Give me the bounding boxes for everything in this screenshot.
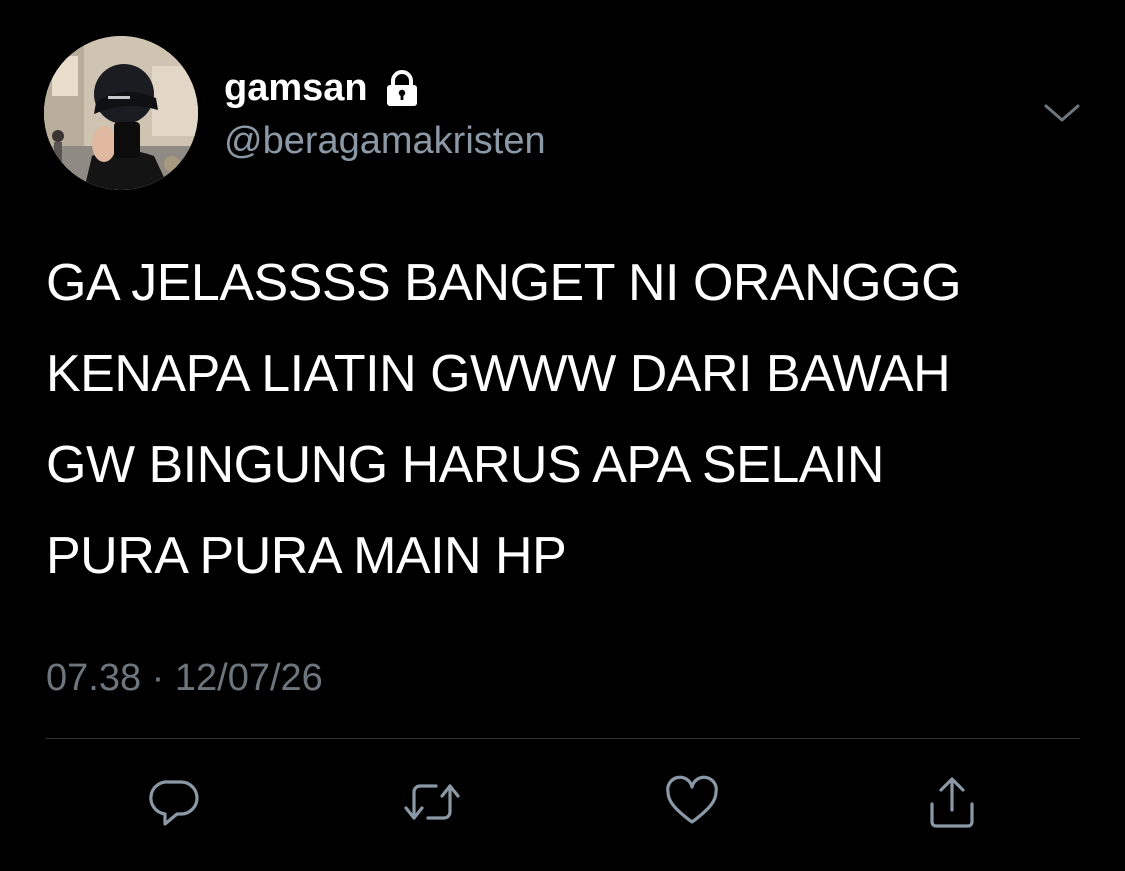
reply-icon — [149, 780, 199, 826]
like-button[interactable] — [660, 770, 724, 834]
retweet-button[interactable] — [400, 770, 464, 834]
user-handle[interactable]: @beragamakristen — [224, 116, 546, 166]
divider — [46, 738, 1080, 739]
chevron-down-icon[interactable] — [1040, 98, 1084, 128]
tweet-line: GW BINGUNG HARUS APA SELAIN — [46, 436, 884, 494]
lock-icon — [382, 68, 422, 108]
avatar-image — [44, 36, 198, 190]
share-button[interactable] — [920, 770, 984, 834]
tweet-line: PURA PURA MAIN HP — [46, 527, 567, 585]
tweet-time: 07.38 — [46, 657, 142, 699]
tweet-line: KENAPA LIATIN GWWW DARI BAWAH — [46, 345, 951, 403]
tweet-text: GA JELASSSS BANGET NI ORANGGG KENAPA LIA… — [46, 238, 1096, 602]
tweet-line: GA JELASSSS BANGET NI ORANGGG — [46, 254, 962, 312]
display-name[interactable]: gamsan — [224, 64, 422, 112]
retweet-icon — [404, 784, 460, 820]
avatar[interactable] — [44, 36, 198, 190]
display-name-text[interactable]: gamsan — [224, 64, 368, 112]
reply-button[interactable] — [143, 770, 207, 834]
heart-icon — [666, 775, 718, 824]
tweet-date: 12/07/26 — [174, 657, 323, 699]
tweet-timestamp[interactable]: 07.38 · 12/07/26 — [46, 654, 323, 702]
timestamp-separator: · — [151, 657, 165, 699]
share-icon — [930, 777, 974, 828]
